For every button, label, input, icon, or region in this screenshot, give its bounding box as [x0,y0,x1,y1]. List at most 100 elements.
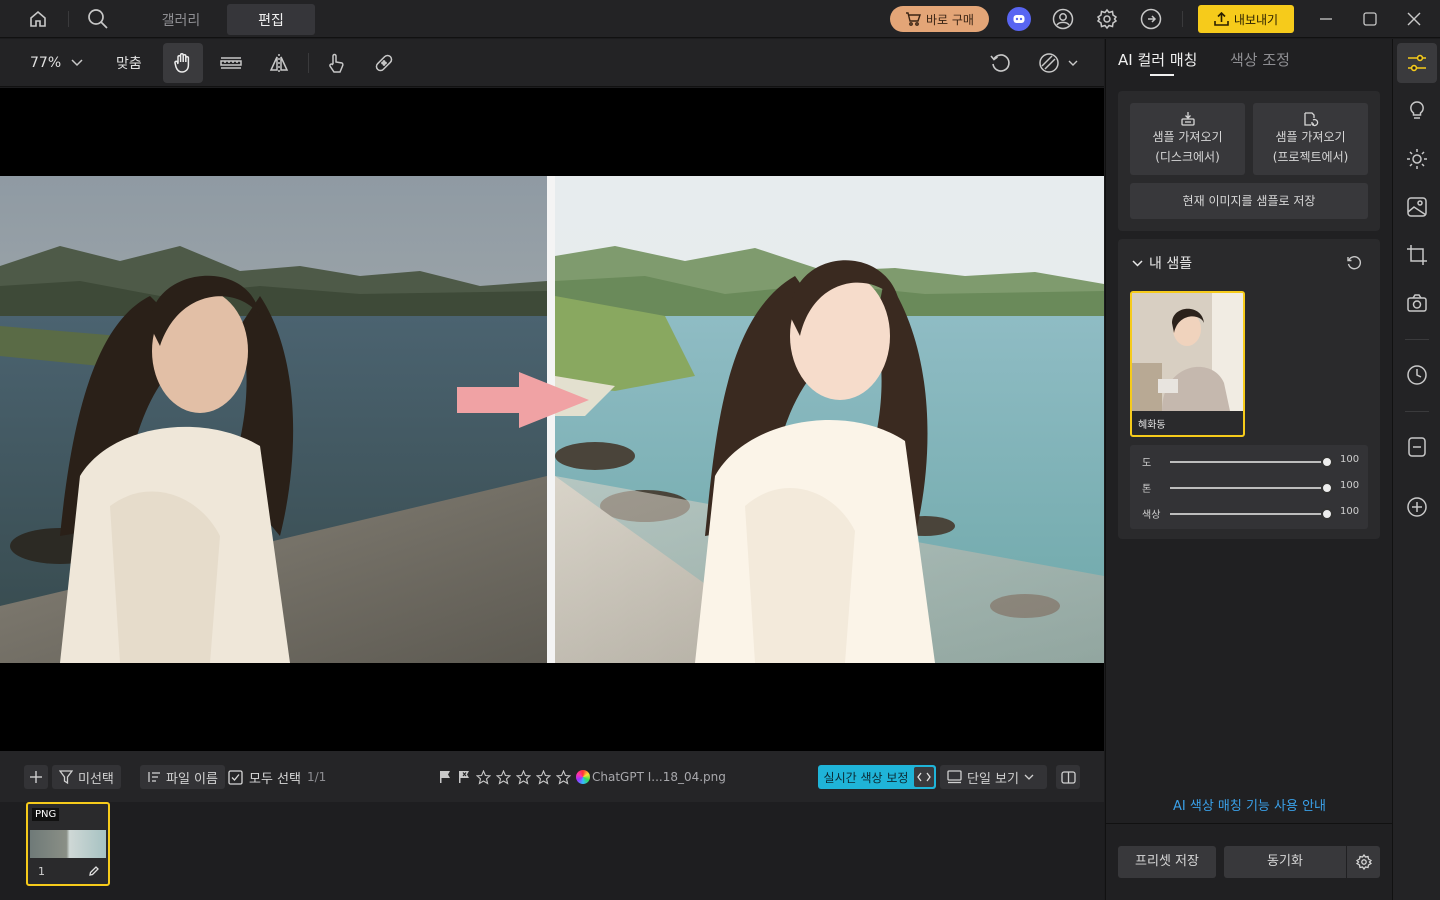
sample-card[interactable]: 혜화동 [1130,291,1245,437]
slider-handle[interactable] [1321,456,1333,468]
cart-icon [906,12,921,26]
slider-track[interactable] [1170,513,1330,515]
settings-gear-icon[interactable] [1087,0,1127,38]
color-adjust-sliders-icon[interactable] [1397,43,1437,83]
export-button[interactable]: 내보내기 [1198,5,1294,33]
sync-label: 동기화 [1267,854,1303,869]
save-as-sample-label: 현재 이미지를 샘플로 저장 [1182,194,1316,208]
file-browser-toolbar: 미선택 파일 이름 모두 선택 1/1 ChatGPT I...18_04.pn… [0,751,1104,802]
tab-gallery-label: 갤러리 [161,12,201,29]
sync-button[interactable]: 동기화 [1224,846,1346,878]
thumbnail-image [30,830,106,858]
slider-label: 도 [1142,458,1152,469]
rating-bar [438,765,590,789]
image-canvas[interactable] [0,88,1104,751]
undo-rotate-icon[interactable] [980,43,1020,83]
fit-button[interactable]: 맞춤 [116,39,142,87]
add-circle-icon[interactable] [1397,487,1437,527]
slider-row: 톤 100 [1130,479,1368,497]
edit-toolbar: 77% 맞춤 [0,39,1104,87]
divider [1405,339,1429,340]
slider-value: 100 [1340,506,1360,517]
project-import-icon [1303,112,1318,127]
chevron-down-icon [71,59,83,67]
edit-pencil-icon[interactable] [88,865,100,877]
after-image [555,176,1104,663]
account-icon[interactable] [1043,0,1083,38]
zoom-dropdown[interactable]: 77% [30,39,83,87]
tab-edit-label: 편집 [258,12,284,29]
home-icon[interactable] [18,0,58,38]
star-icon[interactable] [536,769,551,785]
sample-name: 혜화동 [1132,411,1243,435]
divider [1106,823,1393,824]
maximize-icon[interactable] [1350,0,1390,38]
close-icon[interactable] [1394,0,1434,38]
slider-track[interactable] [1170,461,1330,463]
notes-icon[interactable] [1397,427,1437,467]
preset-save-button[interactable]: 프리셋 저장 [1118,846,1216,878]
thumbnail-format-badge: PNG [32,808,60,821]
sort-icon [148,772,160,782]
star-icon[interactable] [476,769,491,785]
share-exit-icon[interactable] [1131,0,1171,38]
search-icon[interactable] [78,0,118,38]
ai-match-guide-link[interactable]: AI 색상 매칭 기능 사용 안내 [1106,795,1393,814]
divider [1405,411,1429,412]
import-from-project-button[interactable]: 샘플 가져오기 (프로젝트에서) [1253,103,1368,175]
preset-save-label: 프리셋 저장 [1135,854,1199,869]
slider-handle[interactable] [1321,508,1333,520]
slider-track[interactable] [1170,487,1330,489]
star-icon[interactable] [556,769,571,785]
crop-icon[interactable] [1397,235,1437,275]
tab-color-adjust[interactable]: 색상 조정 [1230,49,1290,70]
filter-button[interactable]: 미선택 [52,765,121,789]
sort-label: 파일 이름 [166,771,218,787]
add-button[interactable] [24,765,48,789]
view-mode-dropdown[interactable]: 단일 보기 [940,765,1047,789]
select-all-checkbox[interactable]: 모두 선택 1/1 [228,765,326,789]
discord-icon[interactable] [999,0,1039,38]
tab-ai-color-match[interactable]: AI 컬러 매칭 [1118,49,1197,70]
history-clock-icon[interactable] [1397,355,1437,395]
straighten-ruler-icon[interactable] [211,43,251,83]
split-view-button[interactable] [1056,765,1080,789]
brightness-sun-icon[interactable] [1397,139,1437,179]
flip-icon[interactable] [259,43,299,83]
color-label-icon[interactable] [576,770,590,784]
fit-button-label: 맞춤 [116,56,142,72]
plus-icon [30,771,42,783]
star-icon[interactable] [516,769,531,785]
buy-button[interactable]: 바로 구매 [890,6,989,32]
save-as-sample-button[interactable]: 현재 이미지를 샘플로 저장 [1130,183,1368,219]
realtime-color-toggle[interactable]: 실시간 색상 보정 [818,765,936,789]
sort-button[interactable]: 파일 이름 [140,765,225,789]
image-adjust-icon[interactable] [1397,187,1437,227]
camera-icon[interactable] [1397,283,1437,323]
thumbnail[interactable]: PNG 1 [26,802,110,886]
slider-handle[interactable] [1321,482,1333,494]
my-samples-header[interactable]: 내 샘플 [1132,253,1192,273]
flag-reject-icon[interactable] [457,770,471,784]
lightbulb-icon[interactable] [1397,91,1437,131]
tab-edit[interactable]: 편집 [227,4,315,35]
sample-sliders: 도 100 톤 100 색상 100 [1130,445,1368,529]
slider-value: 100 [1340,480,1360,491]
ai-match-guide-label: AI 색상 매칭 기능 사용 안내 [1173,799,1326,814]
hand-tool-icon[interactable] [163,43,203,83]
import-project-sublabel: (프로젝트에서) [1272,150,1349,164]
sync-settings-button[interactable] [1347,846,1380,878]
minimize-icon[interactable] [1306,0,1346,38]
buy-button-label: 바로 구매 [926,12,974,27]
import-from-disk-button[interactable]: 샘플 가져오기 (디스크에서) [1130,103,1245,175]
star-icon[interactable] [496,769,511,785]
bandage-heal-icon[interactable] [364,43,404,83]
touch-select-icon[interactable] [316,43,356,83]
filmstrip: PNG 1 [0,802,1104,900]
slider-value: 100 [1340,454,1360,465]
flag-pick-icon[interactable] [438,770,452,784]
active-tab-indicator [1150,74,1174,76]
tab-gallery[interactable]: 갤러리 [138,4,224,35]
compare-mode-dropdown[interactable] [1028,43,1088,83]
refresh-icon[interactable] [1346,255,1362,271]
